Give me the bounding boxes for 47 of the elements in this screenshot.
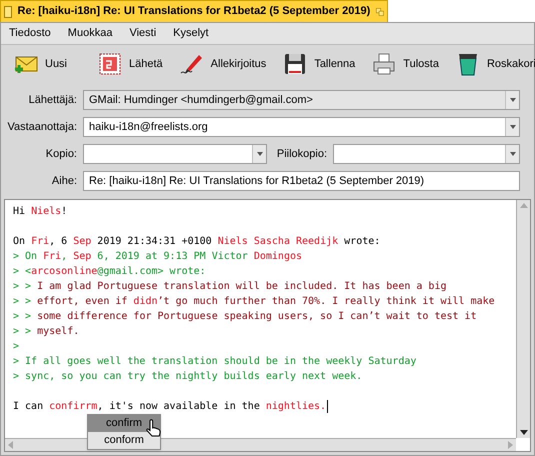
field-label: Piilokopio: xyxy=(276,146,328,162)
toolbar-button[interactable]: Tallenna xyxy=(278,48,360,80)
message-line: > > some difference for Portuguese speaking users, so I can’t wait to test it xyxy=(13,310,477,324)
toolbar-button[interactable]: Tulosta xyxy=(367,48,443,80)
sender-dropdown[interactable]: GMail: Humdinger <humdingerb@gmail.com> xyxy=(83,90,520,110)
subject-field[interactable]: Re: [haiku-i18n] Re: UI Translations for R1beta2 (5 September 2019) xyxy=(83,171,520,191)
scroll-down-icon xyxy=(520,430,528,435)
toolbar-button[interactable]: Allekirjoitus xyxy=(174,48,270,80)
field-label: Kopio: xyxy=(44,146,78,162)
message-line: > <arcosonline@gmail.com> wrote: xyxy=(13,265,206,279)
field-label: Vastaanottaja: xyxy=(6,120,78,135)
message-line: > On Fri, Sep 6, 2019 at 9:13 PM Victor Domingos xyxy=(13,250,302,264)
bcc-field[interactable] xyxy=(333,144,520,164)
dropdown-arrow-icon xyxy=(510,125,516,129)
message-line: > > effort, even if didn’t go much further than 70%. I really think it will make xyxy=(13,295,495,309)
recipient-field[interactable]: haiku-i18n@freelists.org xyxy=(83,117,520,137)
message-line: On Fri, 6 Sep 2019 21:34:31 +0100 Niels Sascha Reedijk wrote: xyxy=(13,235,380,249)
message-line: > > myself. xyxy=(13,325,80,339)
vertical-scrollbar[interactable] xyxy=(516,200,530,438)
close-button[interactable] xyxy=(4,6,12,18)
suggestion-item[interactable]: confirm xyxy=(88,415,160,432)
message-line: > xyxy=(13,340,20,354)
menu-item[interactable]: Viesti xyxy=(129,25,156,42)
menu-item[interactable]: Muokkaa xyxy=(68,25,112,42)
scroll-up-icon xyxy=(520,203,528,208)
stamp-icon xyxy=(97,51,124,77)
message-line: Hi Niels! xyxy=(13,205,68,219)
toolbar-button[interactable]: Uusi xyxy=(9,48,72,80)
scroll-left-icon xyxy=(8,441,13,449)
message-line: > sync, so you can try the nightly builds early next week. xyxy=(13,370,362,384)
suggestion-item[interactable]: conform xyxy=(88,432,160,449)
text-cursor xyxy=(327,400,328,413)
message-line: I can confirrm, it's now available in the nightlies. xyxy=(13,400,326,414)
cc-field[interactable] xyxy=(83,144,267,164)
message-line: > > I am glad Portuguese translation will be included. It has been a big xyxy=(13,280,446,294)
field-label: Lähettäjä: xyxy=(28,92,78,108)
toolbar-button[interactable]: Roskakori xyxy=(450,48,535,80)
message-line: > If all goes well the translation should be in the weekly Saturday xyxy=(13,355,416,369)
dropdown-arrow-icon xyxy=(510,152,516,156)
scroll-right-icon xyxy=(508,441,513,449)
printer-icon xyxy=(371,51,398,77)
dropdown-arrow-icon xyxy=(510,98,516,102)
field-label: Aihe: xyxy=(50,174,78,189)
menu-item[interactable]: Tiedosto xyxy=(9,25,51,42)
toolbar-button[interactable]: Lähetä xyxy=(93,48,167,80)
dropdown-arrow-icon xyxy=(256,152,262,156)
menu-item[interactable]: Kyselyt xyxy=(173,25,209,42)
